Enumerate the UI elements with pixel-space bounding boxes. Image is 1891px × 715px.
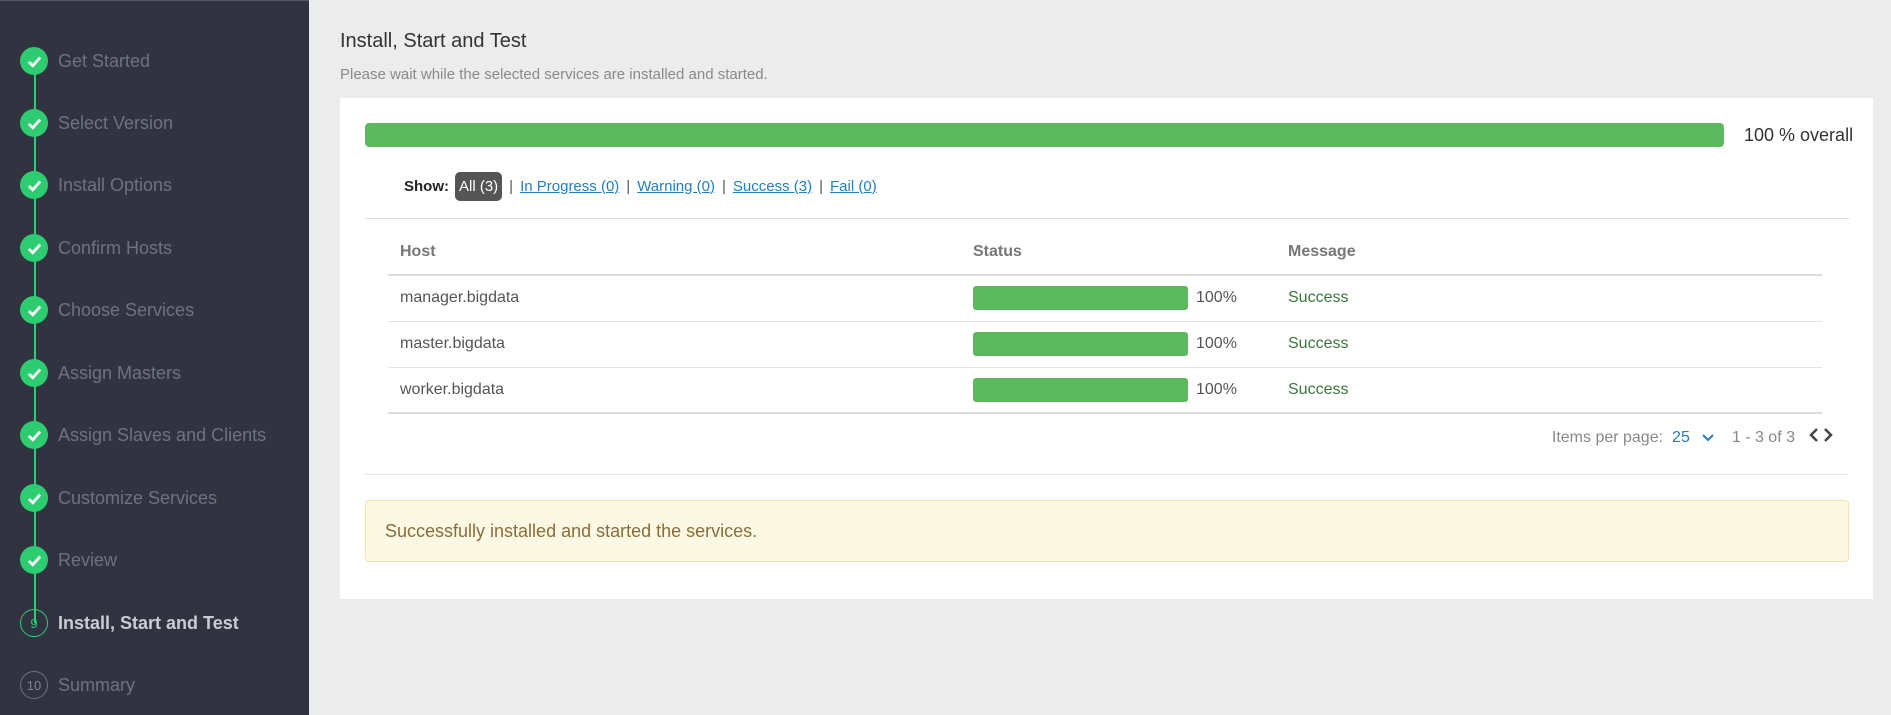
wizard-step-label: Select Version xyxy=(58,113,174,133)
filter-in-progress-link[interactable]: In Progress (0) xyxy=(520,178,619,195)
overall-progress-bar xyxy=(365,123,1724,147)
host-status: 100% xyxy=(961,367,1276,414)
host-progress-fill xyxy=(973,377,1188,402)
wizard-step[interactable]: Assign Slaves and Clients xyxy=(0,413,309,453)
wizard-step-label: Install Options xyxy=(58,175,173,195)
filter-separator: | xyxy=(819,177,824,195)
wizard-step-label: Assign Slaves and Clients xyxy=(58,425,267,445)
wizard-step: 9 Install, Start and Test xyxy=(0,601,309,641)
install-panel: 100 % overall Show: All (3) | In Progres… xyxy=(340,98,1873,599)
check-icon xyxy=(20,109,48,137)
check-icon xyxy=(20,47,48,75)
filter-separator: | xyxy=(722,177,726,195)
host-progress-bar xyxy=(973,286,1188,311)
host-progress-fill xyxy=(973,286,1188,311)
step-number-badge: 10 xyxy=(20,671,48,699)
filter-show-label: Show: xyxy=(404,177,449,195)
chevron-right-icon[interactable] xyxy=(1823,428,1833,447)
wizard-step-label: Choose Services xyxy=(58,300,195,320)
filter-warning-link[interactable]: Warning (0) xyxy=(637,178,715,195)
column-header-status: Status xyxy=(961,230,1276,276)
filter-separator: | xyxy=(509,177,514,195)
step-number-badge: 9 xyxy=(20,609,48,637)
wizard-step[interactable]: Install Options xyxy=(0,163,309,203)
wizard-step[interactable]: Get Started xyxy=(0,39,309,79)
filter-separator: | xyxy=(626,177,631,195)
wizard-step[interactable]: Choose Services xyxy=(0,288,309,328)
host-name[interactable]: master.bigdata xyxy=(388,321,961,368)
wizard-step[interactable]: Confirm Hosts xyxy=(0,226,309,266)
wizard-step-label: Summary xyxy=(58,675,136,695)
alert-message: Successfully installed and started the s… xyxy=(385,521,758,541)
filter-fail-link[interactable]: Fail (0) xyxy=(830,178,877,195)
items-per-page-label: Items per page: xyxy=(1551,428,1664,446)
filter-all-button[interactable]: All (3) xyxy=(455,171,503,201)
filter-success-link[interactable]: Success (3) xyxy=(733,178,812,195)
host-message[interactable]: Success xyxy=(1276,275,1822,322)
host-message[interactable]: Success xyxy=(1276,367,1822,414)
host-progress-percent: 100% xyxy=(1196,380,1237,398)
overall-progress-label: 100 % overall xyxy=(1744,125,1854,145)
chevron-down-icon[interactable] xyxy=(1702,429,1714,447)
check-icon xyxy=(20,421,48,449)
wizard-step[interactable]: Review xyxy=(0,538,309,578)
wizard-step: 10 Summary xyxy=(0,663,309,703)
table-row: worker.bigdata 100% Success xyxy=(388,367,1822,414)
column-header-message: Message xyxy=(1276,230,1822,276)
wizard-step-label: Customize Services xyxy=(58,488,218,508)
wizard-step[interactable]: Assign Masters xyxy=(0,351,309,391)
host-name[interactable]: worker.bigdata xyxy=(388,367,961,414)
success-alert: Successfully installed and started the s… xyxy=(365,500,1849,562)
wizard-step[interactable]: Select Version xyxy=(0,101,309,141)
hosts-table: Host Status Message manager.bigdata 100% S… xyxy=(388,230,1822,414)
host-progress-percent: 100% xyxy=(1196,335,1237,352)
page-subtitle: Please wait while the selected services … xyxy=(340,66,768,83)
page-range: 1 - 3 of 3 xyxy=(1731,428,1795,446)
wizard-step-label: Get Started xyxy=(58,51,151,71)
wizard-step[interactable]: Customize Services xyxy=(0,476,309,516)
wizard-step-label: Confirm Hosts xyxy=(58,238,173,258)
host-progress-percent: 100% xyxy=(1196,289,1237,307)
pagination: Items per page: 25 1 - 3 of 3 xyxy=(1552,428,1833,447)
wizard-step-label: Assign Masters xyxy=(58,363,182,383)
host-status: 100% xyxy=(961,321,1276,368)
host-progress-bar xyxy=(973,332,1188,356)
wizard-sidebar: Get Started Select Version Install Options… xyxy=(0,0,309,715)
table-row: master.bigdata 100% Success xyxy=(388,321,1822,368)
check-icon xyxy=(20,296,48,324)
items-per-page-select[interactable]: 25 xyxy=(1672,429,1690,447)
check-icon xyxy=(20,484,48,512)
divider xyxy=(365,218,1849,219)
overall-progress-fill xyxy=(365,123,1724,147)
column-header-host: Host xyxy=(388,230,961,276)
page-title: Install, Start and Test xyxy=(340,30,527,52)
host-filter: Show: All (3) | In Progress (0) | Warnin… xyxy=(404,170,877,202)
check-icon xyxy=(20,546,48,574)
wizard-step-label: Install, Start and Test xyxy=(58,613,239,633)
wizard-step-label: Review xyxy=(58,550,118,570)
check-icon xyxy=(20,234,48,262)
host-name[interactable]: manager.bigdata xyxy=(388,275,961,322)
check-icon xyxy=(20,171,48,199)
host-progress-bar xyxy=(973,377,1188,402)
host-status: 100% xyxy=(961,275,1276,322)
host-message[interactable]: Success xyxy=(1276,321,1822,368)
chevron-left-icon[interactable] xyxy=(1809,428,1819,447)
table-row: manager.bigdata 100% Success xyxy=(388,275,1822,322)
check-icon xyxy=(20,359,48,387)
divider xyxy=(365,474,1849,475)
host-progress-fill xyxy=(973,332,1188,356)
